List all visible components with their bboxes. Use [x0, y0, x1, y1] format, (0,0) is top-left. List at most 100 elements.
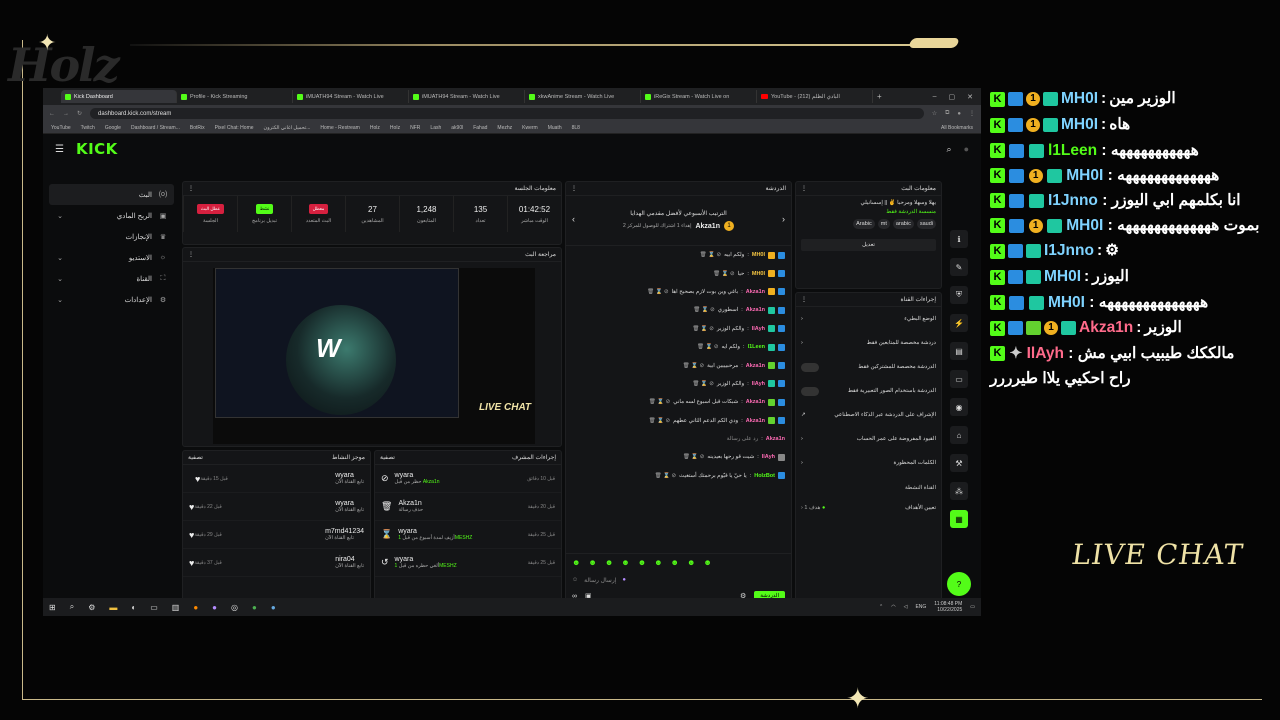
mic-icon[interactable]: ● [622, 577, 626, 583]
more-icon[interactable]: ⋮ [801, 185, 807, 192]
setting-emote-only[interactable]: الدردشة باستخدام الصور التعبيرية فقط [796, 379, 941, 403]
settings-icon[interactable]: ⚙ [88, 603, 95, 612]
search-icon[interactable]: ⌕ [70, 602, 74, 612]
bookmark-item[interactable]: Holz [370, 125, 380, 131]
app-icon[interactable]: ◐ [131, 603, 136, 612]
firefox-icon[interactable]: ● [193, 603, 198, 612]
profile-icon[interactable]: ● [957, 111, 961, 117]
toggle-switch[interactable] [801, 362, 819, 372]
bookmark-item[interactable]: Twitch [81, 125, 95, 131]
browser-tab[interactable]: Kick Dashboard [61, 90, 177, 103]
bookmark-item[interactable]: BotRix [190, 125, 205, 131]
filter-button[interactable]: تصفية [380, 454, 395, 461]
emote-icon[interactable]: ☻ [671, 558, 679, 567]
apps-icon[interactable]: ⁂ [950, 482, 968, 500]
chat-icon[interactable]: ▭ [950, 370, 968, 388]
chevron-right-icon[interactable]: › [782, 214, 785, 224]
grid-icon[interactable]: ▦ [950, 510, 968, 528]
steam-icon[interactable]: ● [271, 603, 276, 612]
chrome-icon[interactable]: ● [252, 603, 257, 612]
broadcast-icon[interactable]: ◉ [950, 398, 968, 416]
folder-icon[interactable]: ▬ [109, 603, 117, 612]
app-icon[interactable]: ● [212, 603, 217, 612]
bookmark-item[interactable]: YouTube [51, 125, 71, 131]
minimize-icon[interactable]: – [933, 93, 937, 101]
sidebar-item-monetization[interactable]: ⌄ الربح المادي ▣ [49, 205, 174, 226]
sidebar-item-stream[interactable]: البث (o) [49, 184, 174, 205]
emote-icon[interactable]: ☻ [588, 558, 596, 567]
chat-input[interactable]: ☺ إرسال رسالة ● [572, 573, 785, 587]
setting-subscribers-only[interactable]: الدردشة مخصصة للمشتركين فقط [796, 355, 941, 379]
setting-followers-only[interactable]: › دردشة مخصصة للمتابعين فقط [796, 331, 941, 355]
bookmark-item[interactable]: HoIz [390, 125, 400, 131]
chevron-up-icon[interactable]: ⌃ [879, 604, 883, 610]
pencil-icon[interactable]: ✎ [950, 258, 968, 276]
toggle-switch[interactable] [801, 386, 819, 396]
bookmark-item[interactable]: Google [105, 125, 121, 131]
sidebar-item-channel[interactable]: ⌄ القناة ⛶ [49, 268, 174, 289]
sidebar-item-settings[interactable]: ⌄ الإعدادات ⚙ [49, 289, 174, 310]
note-icon[interactable]: ▤ [950, 342, 968, 360]
setting-goals[interactable]: › هدف 1 ● تعيين الأهداف [796, 497, 941, 519]
extensions-icon[interactable]: ⧉ [945, 110, 949, 117]
volume-icon[interactable]: ◁ [904, 604, 908, 610]
setting-slow-mode[interactable]: › الوضع البطيء [796, 307, 941, 331]
emote-icon[interactable]: ☻ [654, 558, 662, 567]
bookmark-item[interactable]: NFR [410, 125, 420, 131]
bolt-icon[interactable]: ⚡ [950, 314, 968, 332]
language-indicator[interactable]: ENG [915, 604, 926, 610]
bookmark-item[interactable]: Pixel Chat: Home [215, 125, 254, 131]
close-icon[interactable]: ✕ [967, 93, 973, 101]
bookmark-item[interactable]: Fahad [473, 125, 487, 131]
setting-account-age[interactable]: › القيود المفروضة على عمر الحساب [796, 427, 941, 451]
forward-icon[interactable]: → [63, 111, 69, 117]
sidebar-item-studio[interactable]: ⌄ الاستديو ☼ [49, 247, 174, 268]
info-icon[interactable]: ℹ [950, 230, 968, 248]
browser-tab[interactable]: xkwAnime Stream - Watch Live [525, 90, 641, 103]
bookmark-item[interactable]: Kwerm [522, 125, 538, 131]
bookmark-item[interactable]: Home - Restream [320, 125, 359, 131]
emote-icon[interactable]: ☻ [703, 558, 711, 567]
clock[interactable]: 11:08:48 PM 10/22/2025 [934, 601, 962, 613]
app-icon[interactable]: ◎ [231, 603, 238, 612]
bookmark-item[interactable]: Mezhz [497, 125, 512, 131]
browser-tab[interactable]: iReGix Stream - Watch Live on [641, 90, 757, 103]
app-icon[interactable]: ▭ [150, 603, 158, 612]
back-icon[interactable]: ← [49, 111, 55, 117]
browser-tab[interactable]: YouTube - (212) البادي الظلم [757, 90, 873, 103]
new-tab-button[interactable]: + [877, 92, 882, 101]
emote-icon[interactable]: ☻ [605, 558, 613, 567]
browser-tab[interactable]: Profile - Kick Streaming [177, 90, 293, 103]
bookmark-item[interactable]: Muath [548, 125, 562, 131]
bookmark-item[interactable]: Lash [430, 125, 441, 131]
bookmark-item[interactable]: Dashboard / Stream... [131, 125, 180, 131]
bookmark-item[interactable]: تحميل اغاني الكترون... [264, 125, 311, 131]
kick-logo[interactable]: KICK [76, 140, 118, 158]
stream-preview[interactable]: W LIVE CHAT [213, 268, 535, 444]
emote-icon[interactable]: ☻ [572, 558, 580, 567]
edit-button[interactable]: تعديل [801, 239, 936, 251]
sidebar-item-achievements[interactable]: الإنجازات ♛ [49, 226, 174, 247]
emote-icon[interactable]: ☻ [687, 558, 695, 567]
more-icon[interactable]: ⋮ [801, 296, 807, 303]
bookmark-item[interactable]: 8L8 [572, 125, 580, 131]
emoji-icon[interactable]: ☺ [572, 577, 578, 583]
emote-icon[interactable]: ☻ [638, 558, 646, 567]
stat-session[interactable]: عطل البث الجلسة [183, 196, 237, 232]
more-icon[interactable]: ⋮ [188, 185, 194, 192]
hamburger-icon[interactable]: ☰ [55, 144, 64, 155]
bank-icon[interactable]: ⌂ [950, 426, 968, 444]
reload-icon[interactable]: ↻ [77, 110, 82, 117]
search-icon[interactable]: ⌕ [947, 144, 952, 155]
wifi-icon[interactable]: ◠ [891, 604, 895, 610]
browser-tab[interactable]: iMUATH94 Stream - Watch Live [409, 90, 525, 103]
stat-multistream[interactable]: معطل البث المتعدد [291, 196, 345, 232]
wrench-icon[interactable]: ⚒ [950, 454, 968, 472]
more-icon[interactable]: ⋮ [571, 185, 577, 192]
bookmark-item[interactable]: ak90l [451, 125, 463, 131]
app-icon[interactable]: ▥ [172, 603, 180, 612]
all-bookmarks[interactable]: All Bookmarks [941, 125, 973, 131]
more-icon[interactable]: ⋮ [188, 251, 194, 258]
help-icon[interactable]: ? [947, 572, 971, 596]
setting-ai-moderation[interactable]: ↗ الإشراف على الدردشة عبر الذكاء الاصطناع… [796, 403, 941, 427]
